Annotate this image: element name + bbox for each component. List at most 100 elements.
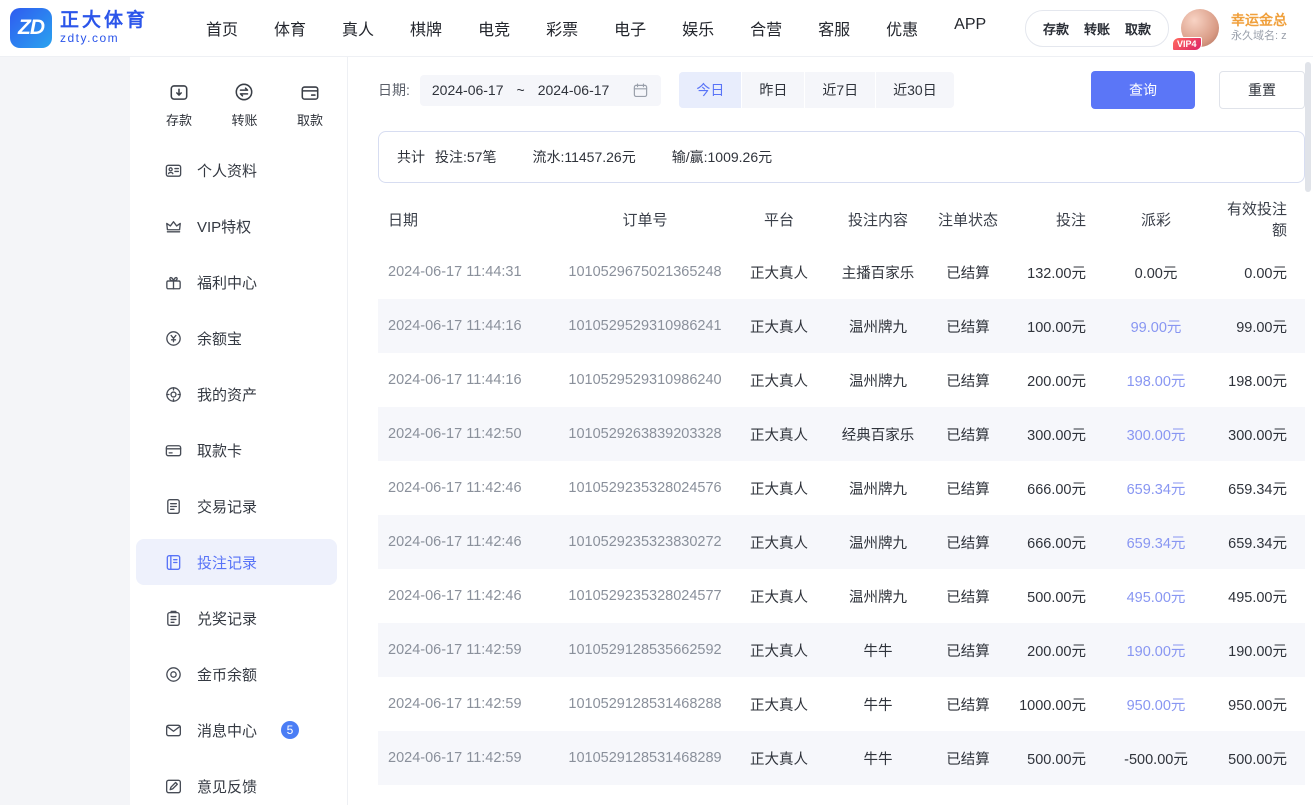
range-button-2[interactable]: 近7日 — [804, 72, 875, 108]
cell-order: 1010529235328024577 — [560, 569, 730, 623]
nav-item-7[interactable]: 娱乐 — [682, 16, 714, 40]
nav-item-1[interactable]: 体育 — [274, 16, 306, 40]
date-from[interactable]: 2024-06-17 — [432, 82, 504, 98]
cell-bet: 132.00元 — [1008, 245, 1096, 299]
user-meta: 幸运金总 永久域名: z — [1231, 12, 1307, 43]
topbar-wallet-link-2[interactable]: 取款 — [1125, 19, 1151, 38]
quick-action-label: 转账 — [231, 110, 257, 129]
quick-action-transfer[interactable]: 转账 — [231, 81, 257, 129]
sidebar-item-redeem[interactable]: 兑奖记录 — [136, 595, 337, 641]
feedback-icon — [164, 777, 183, 796]
search-button[interactable]: 查询 — [1091, 71, 1195, 109]
profile-icon — [164, 161, 183, 180]
column-header-2: 平台 — [730, 193, 828, 245]
cell-bet: 666.00元 — [1008, 515, 1096, 569]
sidebar-item-label: 意见反馈 — [197, 776, 257, 797]
cell-status: 已结算 — [928, 461, 1008, 515]
cell-date: 2024-06-17 11:44:16 — [378, 299, 560, 353]
sidebar-item-welfare[interactable]: 福利中心 — [136, 259, 337, 305]
cell-bet: 300.00元 — [1008, 407, 1096, 461]
cell-date: 2024-06-17 11:42:46 — [378, 569, 560, 623]
nav-item-0[interactable]: 首页 — [206, 16, 238, 40]
message-icon — [164, 721, 183, 740]
date-separator: ~ — [517, 82, 525, 98]
welfare-icon — [164, 273, 183, 292]
range-button-3[interactable]: 近30日 — [875, 72, 954, 108]
cell-content: 温州牌九 — [828, 515, 928, 569]
main-nav: 首页 体育 真人 棋牌 电竞 彩票 电子 娱乐 合营 客服 优惠 APP — [206, 16, 1025, 40]
cell-date: 2024-06-17 11:42:59 — [378, 731, 560, 785]
brand-name: 正大体育 — [60, 10, 148, 32]
cell-valid: 500.00元 — [1216, 731, 1305, 785]
cell-bet: 100.00元 — [1008, 299, 1096, 353]
gold-icon — [164, 665, 183, 684]
cell-status: 已结算 — [928, 299, 1008, 353]
cell-platform: 正大真人 — [730, 245, 828, 299]
avatar[interactable]: VIP4 — [1181, 9, 1219, 47]
sidebar-item-vip[interactable]: VIP特权 — [136, 203, 337, 249]
cell-date: 2024-06-17 11:44:31 — [378, 245, 560, 299]
nav-item-2[interactable]: 真人 — [342, 16, 374, 40]
sidebar-item-profile[interactable]: 个人资料 — [136, 147, 337, 193]
cell-platform: 正大真人 — [730, 677, 828, 731]
calendar-icon[interactable] — [632, 82, 649, 99]
cell-platform: 正大真人 — [730, 515, 828, 569]
table-row: 2024-06-17 11:42:501010529263839203328正大… — [378, 407, 1305, 461]
cell-payout: 495.00元 — [1096, 569, 1216, 623]
sidebar-item-betting[interactable]: 投注记录 — [136, 539, 337, 585]
wallet-quick-links: 存款转账取款 — [1025, 10, 1169, 47]
sidebar-item-feedback[interactable]: 意见反馈 — [136, 763, 337, 805]
cell-date: 2024-06-17 11:42:46 — [378, 461, 560, 515]
brand-logo[interactable]: ZD 正大体育 zdty.com — [10, 8, 188, 48]
nav-item-8[interactable]: 合营 — [750, 16, 782, 40]
cell-valid: 198.00元 — [1216, 353, 1305, 407]
summary-turnover: 流水:11457.26元 — [532, 147, 635, 167]
cell-valid: 950.00元 — [1216, 677, 1305, 731]
brand-domain: zdty.com — [60, 32, 148, 46]
topbar-wallet-link-1[interactable]: 转账 — [1084, 19, 1110, 38]
vertical-scrollbar[interactable] — [1305, 62, 1311, 192]
cell-payout: 659.34元 — [1096, 515, 1216, 569]
summary-bar: 共计 投注:57笔 流水:11457.26元 输/赢:1009.26元 — [378, 131, 1305, 183]
cell-payout: 0.00元 — [1096, 245, 1216, 299]
cell-date: 2024-06-17 11:44:16 — [378, 353, 560, 407]
range-button-1[interactable]: 昨日 — [741, 72, 804, 108]
sidebar-item-label: 消息中心 — [197, 720, 257, 741]
cell-payout: 300.00元 — [1096, 407, 1216, 461]
nav-item-4[interactable]: 电竞 — [478, 16, 510, 40]
cell-bet: 500.00元 — [1008, 731, 1096, 785]
range-button-0[interactable]: 今日 — [679, 72, 741, 108]
quick-action-withdraw[interactable]: 取款 — [297, 81, 323, 129]
cell-payout: 190.00元 — [1096, 623, 1216, 677]
date-range-picker[interactable]: 2024-06-17 ~ 2024-06-17 — [420, 75, 661, 106]
topbar-wallet-link-0[interactable]: 存款 — [1043, 19, 1069, 38]
cell-status: 已结算 — [928, 353, 1008, 407]
nav-item-9[interactable]: 客服 — [818, 16, 850, 40]
cell-valid: 300.00元 — [1216, 407, 1305, 461]
cell-platform: 正大真人 — [730, 731, 828, 785]
sidebar-item-label: 投注记录 — [197, 552, 257, 573]
sidebar-item-card[interactable]: 取款卡 — [136, 427, 337, 473]
quick-action-deposit[interactable]: 存款 — [166, 81, 192, 129]
nav-item-3[interactable]: 棋牌 — [410, 16, 442, 40]
sidebar-item-message[interactable]: 消息中心5 — [136, 707, 337, 753]
yuebao-icon — [164, 329, 183, 348]
sidebar-item-label: 兑奖记录 — [197, 608, 257, 629]
sidebar-item-label: 福利中心 — [197, 272, 257, 293]
cell-order: 1010529128531468289 — [560, 731, 730, 785]
nav-item-6[interactable]: 电子 — [614, 16, 646, 40]
reset-button[interactable]: 重置 — [1219, 71, 1305, 109]
sidebar-item-transactions[interactable]: 交易记录 — [136, 483, 337, 529]
sidebar-item-assets[interactable]: 我的资产 — [136, 371, 337, 417]
date-to[interactable]: 2024-06-17 — [538, 82, 610, 98]
nav-item-10[interactable]: 优惠 — [886, 16, 918, 40]
nav-item-5[interactable]: 彩票 — [546, 16, 578, 40]
sidebar-item-yuebao[interactable]: 余额宝 — [136, 315, 337, 361]
sidebar: 存款转账 取款 个人资料 VIP特权福利中心余额宝我的资产取款卡交易记录投注记录兑奖… — [130, 57, 348, 805]
summary-winloss: 输/赢:1009.26元 — [672, 147, 772, 167]
cell-order: 1010529675021365248 — [560, 245, 730, 299]
table-row: 2024-06-17 11:42:591010529128531468288正大… — [378, 677, 1305, 731]
sidebar-item-gold[interactable]: 金币余额 — [136, 651, 337, 697]
page-layout: 存款转账 取款 个人资料 VIP特权福利中心余额宝我的资产取款卡交易记录投注记录兑奖… — [0, 57, 1313, 805]
nav-item-11[interactable]: APP — [954, 16, 986, 40]
